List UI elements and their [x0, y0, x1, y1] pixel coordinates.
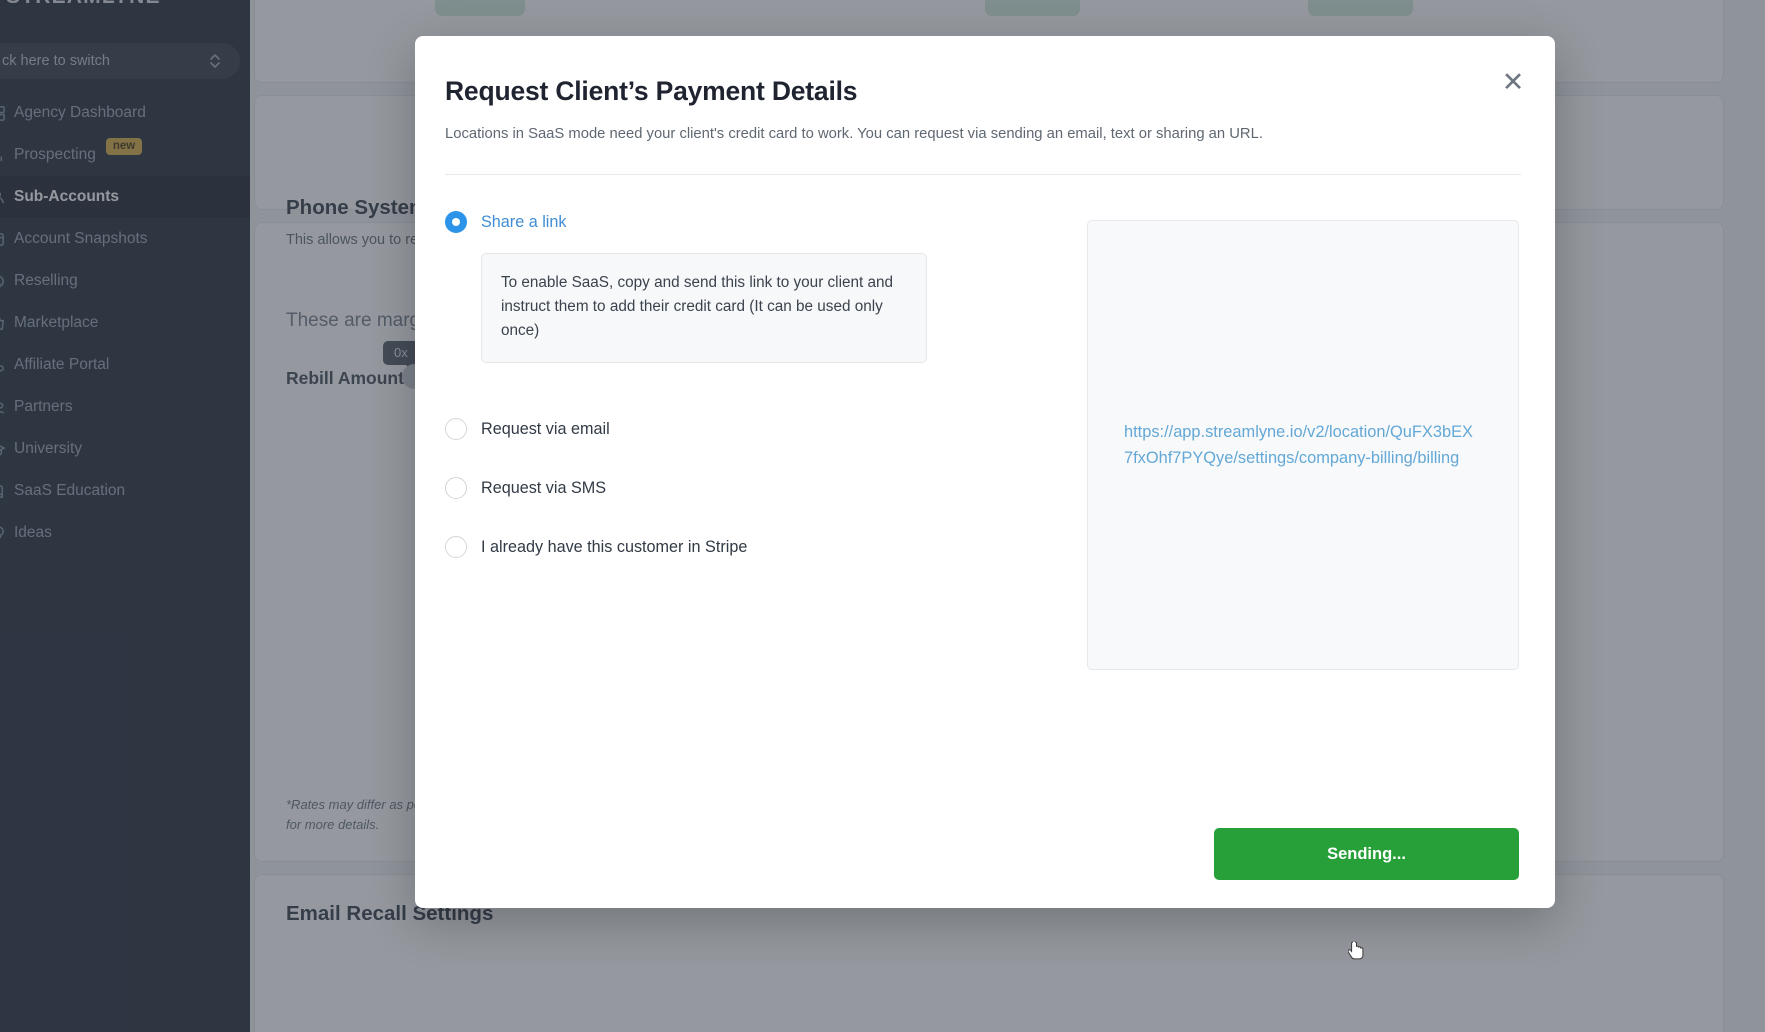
page-title: Request Client’s Payment Details	[445, 76, 858, 106]
options-column: Share a link To enable SaaS, copy and se…	[445, 211, 1055, 670]
close-icon[interactable]: ✕	[1499, 68, 1527, 96]
radio-option-label: Request via SMS	[481, 478, 607, 497]
share-link-help-text: To enable SaaS, copy and send this link …	[481, 253, 927, 363]
modal-footer: Sending...	[415, 828, 1555, 908]
share-url-text[interactable]: https://app.streamlyne.io/v2/location/Qu…	[1124, 419, 1482, 471]
request-payment-details-modal: Request Client’s Payment Details Locatio…	[415, 36, 1555, 908]
modal-divider	[445, 174, 1521, 175]
submit-button[interactable]: Sending...	[1214, 828, 1519, 880]
radio-option-label: Request via email	[481, 419, 610, 438]
radio-option-label: Share a link	[481, 212, 567, 231]
radio-icon	[445, 418, 467, 440]
modal-body: Share a link To enable SaaS, copy and se…	[415, 175, 1555, 670]
radio-option-email[interactable]: Request via email	[445, 418, 1055, 440]
modal-header: Request Client’s Payment Details Locatio…	[415, 36, 1555, 175]
share-link-panel: https://app.streamlyne.io/v2/location/Qu…	[1087, 220, 1519, 670]
radio-icon	[445, 477, 467, 499]
radio-icon	[445, 536, 467, 558]
radio-option-label: I already have this customer in Stripe	[481, 537, 748, 556]
modal-subtitle: Locations in SaaS mode need your client'…	[445, 126, 1263, 142]
radio-option-sms[interactable]: Request via SMS	[445, 477, 1055, 499]
radio-option-share-link[interactable]: Share a link	[445, 211, 1055, 233]
link-preview-column: https://app.streamlyne.io/v2/location/Qu…	[1055, 211, 1519, 670]
radio-icon	[445, 211, 467, 233]
radio-option-stripe[interactable]: I already have this customer in Stripe	[445, 536, 1055, 558]
app-root: STREAMLYNE ck here to switch Agency Dash…	[0, 0, 1765, 1032]
